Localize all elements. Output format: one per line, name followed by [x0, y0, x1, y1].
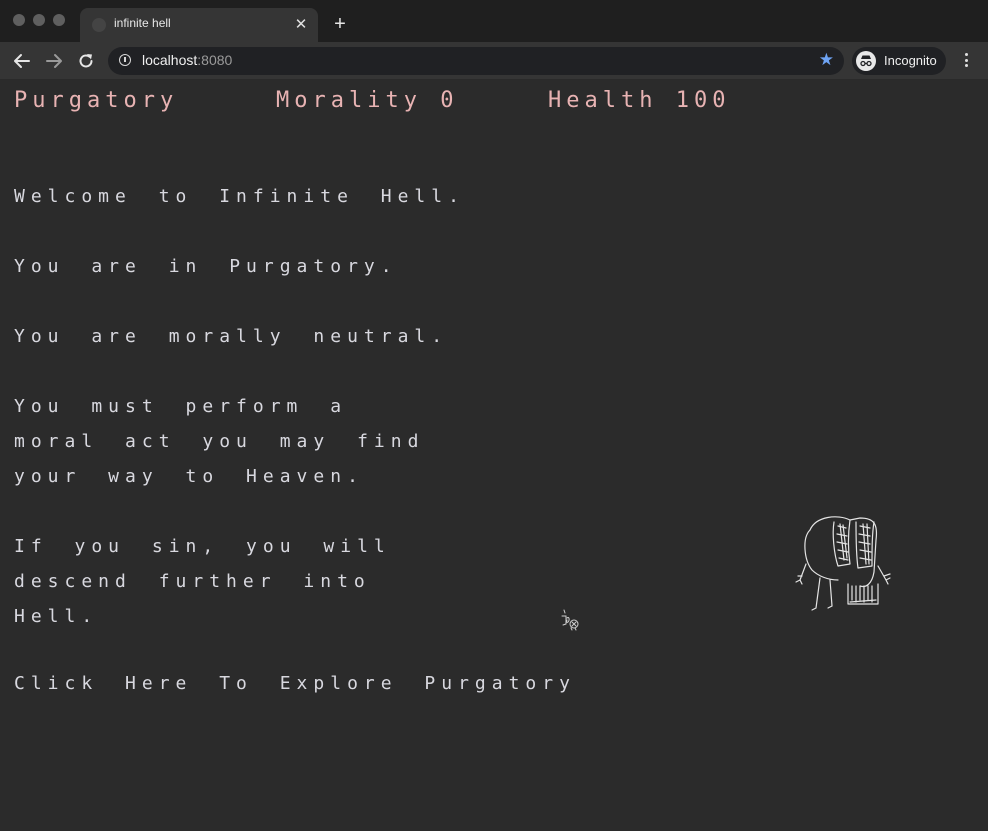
- minimize-window-icon[interactable]: [33, 14, 45, 26]
- morality-text: You are morally neutral.: [14, 326, 449, 347]
- welcome-text: Welcome to Infinite Hell.: [14, 186, 465, 207]
- sin-paragraph: If you sin, you will descend further int…: [14, 529, 391, 634]
- game-page: Purgatory Morality 0 Health 100 Welcome …: [0, 80, 988, 831]
- explore-purgatory-link[interactable]: Click Here To Explore Purgatory: [14, 673, 576, 694]
- monster-doodle-icon: [795, 516, 891, 611]
- arrow-right-icon: [46, 54, 62, 68]
- globe-icon: [92, 18, 106, 32]
- maximize-window-icon[interactable]: [53, 14, 65, 26]
- url-text: localhost:8080: [142, 52, 233, 68]
- incognito-label: Incognito: [884, 53, 937, 68]
- sin-line: descend further into: [14, 571, 371, 592]
- address-bar[interactable]: localhost:8080 ★: [108, 47, 844, 75]
- star-icon[interactable]: ★: [819, 50, 834, 70]
- forward-button[interactable]: [42, 49, 66, 73]
- tab-infinite-hell[interactable]: infinite hell ✕: [80, 8, 318, 42]
- close-tab-icon[interactable]: ✕: [292, 15, 310, 33]
- incognito-icon: [856, 51, 876, 71]
- kebab-menu-icon[interactable]: [958, 51, 974, 71]
- heaven-paragraph: You must perform a moral act you may fin…: [14, 389, 424, 494]
- tab-title: infinite hell: [114, 16, 171, 30]
- heaven-line: You must perform a: [14, 396, 348, 417]
- tab-strip: infinite hell ✕ +: [0, 0, 988, 42]
- sin-line: Hell.: [14, 606, 99, 627]
- heaven-line: moral act you may find: [14, 431, 425, 452]
- hud-morality: Morality 0: [276, 88, 459, 113]
- back-button[interactable]: [10, 49, 34, 73]
- new-tab-button[interactable]: +: [328, 12, 352, 36]
- browser-window: infinite hell ✕ + localhost:8080 ★ Incog…: [0, 0, 988, 831]
- location-text: You are in Purgatory.: [14, 256, 398, 277]
- arrow-left-icon: [14, 54, 30, 68]
- close-window-icon[interactable]: [13, 14, 25, 26]
- critter-doodle-icon: [561, 609, 579, 631]
- incognito-badge[interactable]: Incognito: [852, 47, 946, 75]
- browser-toolbar: localhost:8080 ★ Incognito: [0, 42, 988, 80]
- info-icon[interactable]: [119, 54, 131, 66]
- reload-button[interactable]: [74, 49, 98, 73]
- hud-location: Purgatory: [14, 88, 179, 113]
- sin-line: If you sin, you will: [14, 536, 391, 557]
- hud-health: Health 100: [548, 88, 731, 113]
- reload-icon: [79, 54, 93, 68]
- heaven-line: your way to Heaven.: [14, 466, 364, 487]
